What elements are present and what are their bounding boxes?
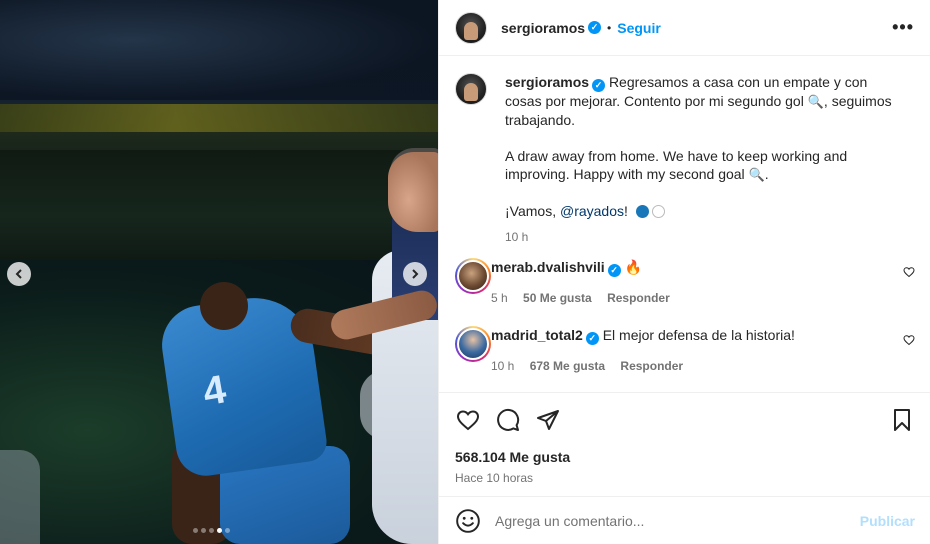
story-ring[interactable]	[455, 258, 491, 294]
magnifier-emoji-icon: 🔍	[748, 166, 765, 182]
post-header: sergioramos ✓ • Seguir •••	[439, 0, 930, 56]
post-comment-button[interactable]: Publicar	[860, 513, 915, 529]
caption-body: sergioramos ✓ Regresamos a casa con un em…	[505, 73, 900, 246]
comment-like-heart-icon[interactable]	[903, 334, 915, 346]
verified-badge-icon: ✓	[585, 331, 599, 345]
caption: sergioramos ✓ Regresamos a casa con un em…	[455, 73, 915, 246]
save-button[interactable]	[889, 407, 915, 433]
comment-likes[interactable]: 678 Me gusta	[530, 359, 605, 373]
comment-input[interactable]: Agrega un comentario...	[495, 513, 860, 529]
white-circle-emoji-icon	[651, 204, 665, 218]
photo-crowd	[0, 0, 438, 100]
caption-timestamp[interactable]: 10 h	[505, 228, 900, 246]
photo-ad-board	[0, 104, 438, 132]
post-timestamp[interactable]: Hace 10 horas	[455, 471, 915, 485]
caption-paragraph-1: sergioramos ✓ Regresamos a casa con un em…	[505, 73, 900, 129]
post-media[interactable]: 4	[0, 0, 438, 544]
carousel-dot	[209, 528, 214, 533]
carousel-dot-active	[217, 528, 222, 533]
chevron-left-icon	[15, 269, 22, 279]
commenter-username[interactable]: madrid_total2	[491, 327, 583, 343]
carousel-dot	[201, 528, 206, 533]
caption-text-en: A draw away from home. We have to keep w…	[505, 147, 848, 182]
action-icons	[455, 393, 915, 445]
caption-text-en-end: .	[764, 165, 769, 182]
photo-stand	[0, 150, 438, 260]
magnifier-emoji-icon: 🔍	[807, 93, 824, 109]
carousel-dots	[193, 528, 230, 533]
caption-paragraph-2: A draw away from home. We have to keep w…	[505, 147, 900, 184]
carousel-dot	[193, 528, 198, 533]
comment-body: merab.dvalishvili ✓ 🔥 5 h 50 Me gusta Res…	[491, 258, 871, 307]
header-separator: •	[607, 20, 612, 35]
carousel-prev-button[interactable]	[7, 262, 31, 286]
comments-section: sergioramos ✓ Regresamos a casa con un em…	[439, 57, 930, 392]
photo-player-head	[200, 282, 248, 330]
verified-badge-icon: ✓	[588, 21, 602, 34]
author-username[interactable]: sergioramos	[501, 20, 585, 36]
share-button[interactable]	[535, 407, 561, 433]
comment-like-heart-icon[interactable]	[903, 266, 915, 278]
photo-defender-head	[388, 152, 438, 232]
comment-time[interactable]: 5 h	[491, 291, 508, 305]
carousel-dot	[225, 528, 230, 533]
chevron-right-icon	[412, 269, 419, 279]
likes-count[interactable]: 568.104 Me gusta	[455, 449, 915, 465]
heart-icon	[456, 410, 480, 431]
comment-text: 🔥	[624, 259, 642, 275]
caption-username[interactable]: sergioramos	[505, 74, 589, 90]
story-ring[interactable]	[455, 326, 491, 362]
caption-text-excl: !	[624, 202, 628, 219]
reply-button[interactable]: Responder	[620, 359, 683, 373]
emoji-smile-icon[interactable]	[455, 508, 481, 534]
caption-avatar[interactable]	[455, 73, 487, 105]
reply-button[interactable]: Responder	[607, 291, 670, 305]
post-actions: 568.104 Me gusta Hace 10 horas	[439, 392, 930, 496]
caption-text-vamos: ¡Vamos,	[505, 202, 557, 219]
comment-item: merab.dvalishvili ✓ 🔥 5 h 50 Me gusta Res…	[455, 258, 915, 307]
mention-link[interactable]: @rayados	[560, 203, 624, 219]
verified-badge-icon: ✓	[592, 78, 606, 92]
comment-likes[interactable]: 50 Me gusta	[523, 291, 592, 305]
comment-meta: 5 h 50 Me gusta Responder	[491, 289, 871, 307]
comment-meta: 10 h 678 Me gusta Responder	[491, 357, 871, 375]
caption-paragraph-3: ¡Vamos, @rayados!	[505, 202, 900, 220]
commenter-avatar	[457, 260, 489, 292]
follow-button[interactable]: Seguir	[617, 20, 661, 36]
author-avatar[interactable]	[455, 11, 487, 44]
verified-badge-icon: ✓	[607, 263, 621, 277]
comment-text: El mejor defensa de la historia!	[602, 327, 795, 343]
photo-background-player	[0, 450, 40, 544]
like-button[interactable]	[455, 407, 481, 433]
comment-item: madrid_total2 ✓ El mejor defensa de la hi…	[455, 326, 915, 375]
comment-body: madrid_total2 ✓ El mejor defensa de la hi…	[491, 326, 871, 375]
comment-time[interactable]: 10 h	[491, 359, 514, 373]
add-comment-bar: Agrega un comentario... Publicar	[439, 496, 930, 544]
paper-plane-icon	[537, 410, 559, 430]
more-options-icon[interactable]: •••	[892, 17, 914, 38]
post-sidebar: sergioramos ✓ • Seguir ••• sergioramos ✓ …	[438, 0, 930, 544]
commenter-avatar	[457, 328, 489, 360]
blue-circle-emoji-icon	[635, 204, 649, 218]
carousel-next-button[interactable]	[403, 262, 427, 286]
comment-bubble-icon	[497, 408, 520, 431]
commenter-username[interactable]: merab.dvalishvili	[491, 259, 605, 275]
comment-button[interactable]	[495, 407, 521, 433]
bookmark-icon	[894, 409, 910, 431]
